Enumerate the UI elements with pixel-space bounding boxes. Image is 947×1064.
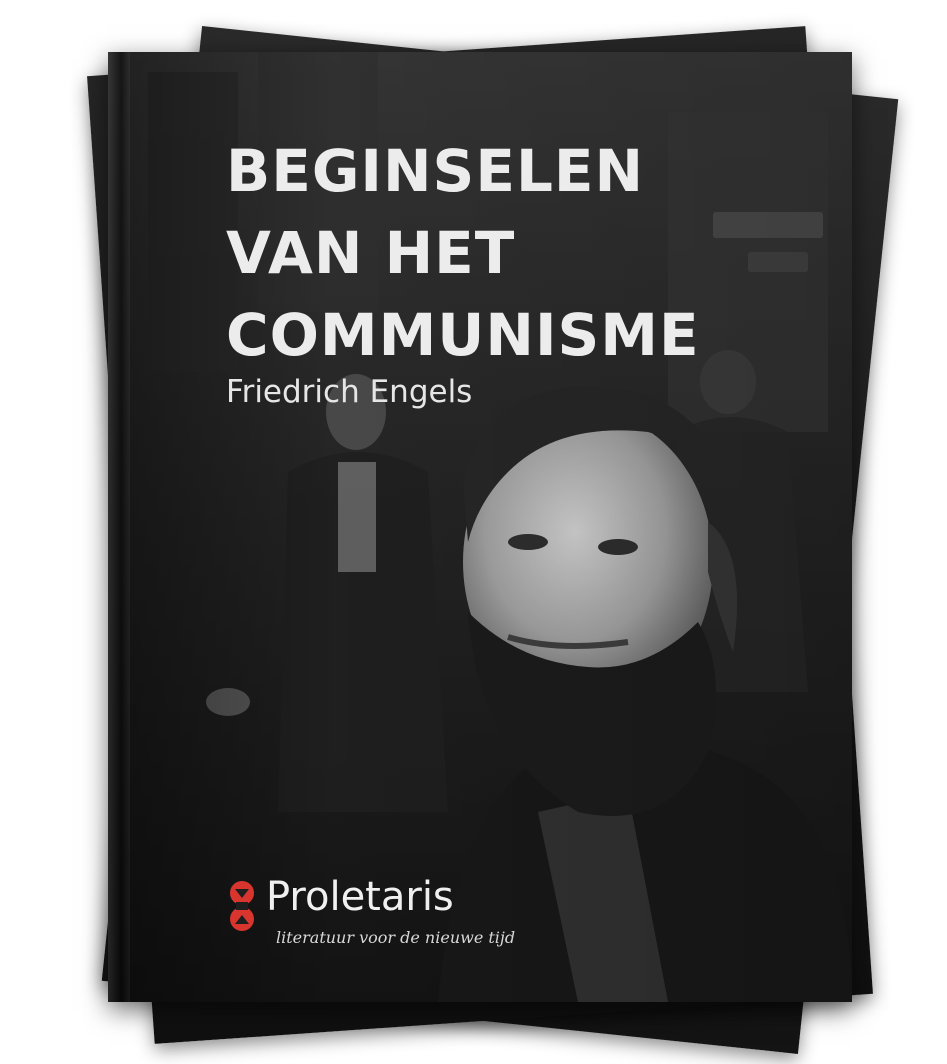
book-cover: BEGINSELEN VAN HET COMMUNISME Friedrich …	[108, 52, 852, 1002]
book-title: BEGINSELEN VAN HET COMMUNISME	[226, 130, 700, 376]
book-mockup: BEGINSELEN VAN HET COMMUNISME Friedrich …	[0, 0, 947, 1064]
title-line-2: VAN HET	[226, 219, 516, 287]
title-line-1: BEGINSELEN	[226, 137, 645, 205]
author-name: Friedrich Engels	[226, 374, 473, 410]
publisher-name: Proletaris	[266, 874, 454, 920]
cover-spine-shading	[108, 52, 130, 1002]
publisher-tagline: literatuur voor de nieuwe tijd	[276, 928, 516, 947]
proletaris-logo-icon	[230, 881, 254, 931]
publisher-block: Proletaris literatuur voor de nieuwe tij…	[222, 874, 522, 954]
title-line-3: COMMUNISME	[226, 301, 700, 369]
